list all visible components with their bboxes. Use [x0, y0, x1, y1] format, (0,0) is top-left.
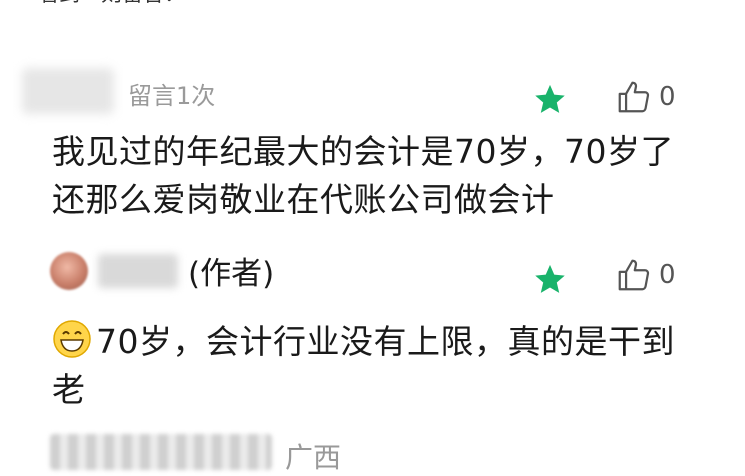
like-count: 0 [659, 260, 676, 290]
grinning-emoji-icon [53, 320, 91, 358]
thumbs-up-icon [618, 81, 650, 113]
thumbs-up-icon [618, 259, 650, 291]
location-label: 广西 [285, 441, 342, 474]
blurred-nickname [98, 253, 178, 288]
like-button[interactable]: 0 [615, 78, 676, 116]
blurred-footer-text [50, 434, 272, 470]
like-count: 0 [659, 82, 676, 112]
author-row[interactable]: (作者) [50, 248, 274, 293]
like-button[interactable]: 0 [615, 256, 676, 294]
comment-text: 我见过的年纪最大的会计是70岁，70岁了还那么爱岗敬业在代账公司做会计 [52, 132, 674, 219]
comment-meta: 留言1次 [128, 82, 216, 110]
blurred-user-avatar[interactable] [22, 68, 114, 114]
reply-text-block: 70岁，会计行业没有上限，真的是干到老 [52, 318, 692, 414]
author-label: (作者) [188, 256, 275, 292]
star-icon[interactable] [533, 262, 567, 296]
top-cut-text: 看到一则留言： [38, 0, 185, 8]
reply-text: 70岁，会计行业没有上限，真的是干到老 [52, 322, 675, 409]
avatar[interactable] [50, 251, 88, 290]
star-icon[interactable] [533, 82, 567, 116]
